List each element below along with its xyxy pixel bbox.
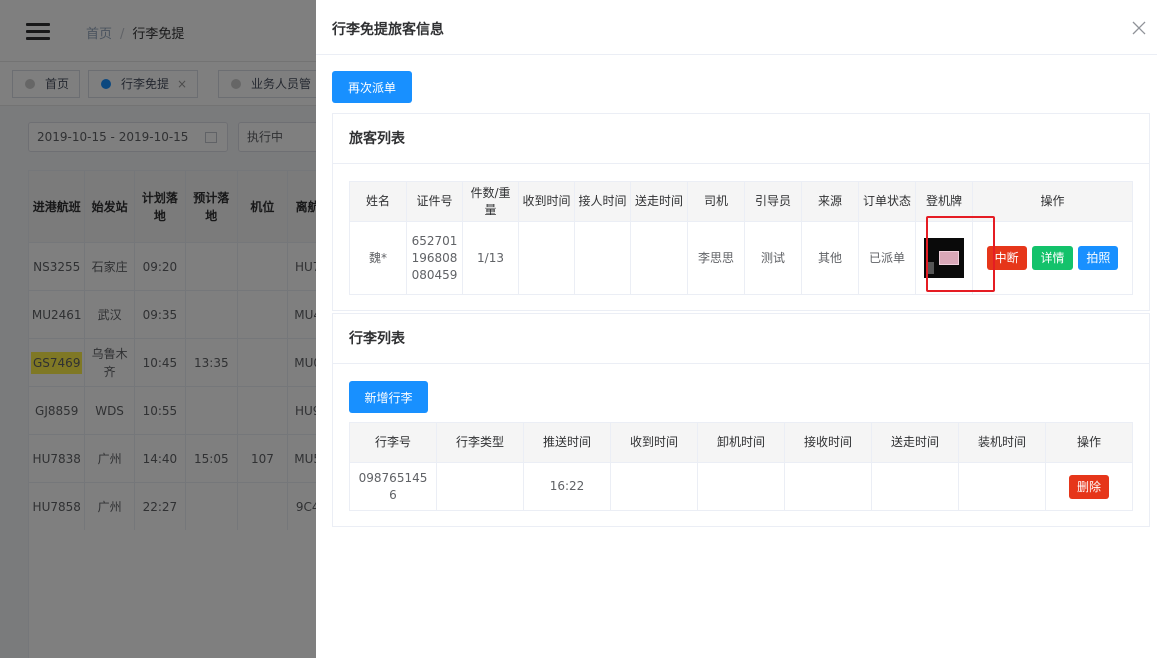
passenger-id-no: 652701196808080459: [406, 221, 463, 295]
boarding-pass-thumbnail[interactable]: [924, 238, 964, 278]
table-header: 行李类型: [436, 422, 524, 463]
passenger-source: 其他: [801, 221, 859, 295]
baggage-sent-time: [871, 462, 959, 511]
drawer-title: 行李免提旅客信息: [332, 22, 444, 38]
passenger-list-card: 旅客列表 姓名 证件号 件数/重量 收到时间 接人时间 送走时间 司机 引导员 …: [332, 113, 1150, 311]
boarding-pass-cell: [915, 221, 973, 295]
table-header: 接收时间: [784, 422, 872, 463]
actions-cell: 删除: [1045, 462, 1133, 511]
baggage-push-time: 16:22: [523, 462, 611, 511]
passenger-name: 魏*: [349, 221, 407, 295]
table-row: 魏* 652701196808080459 1/13 李思思 测试 其他 已派单…: [349, 221, 1133, 295]
table-header: 件数/重量: [462, 181, 519, 222]
delete-button[interactable]: 删除: [1068, 474, 1109, 499]
passenger-driver: 李思思: [687, 221, 745, 295]
passenger-guide: 测试: [744, 221, 802, 295]
passenger-pickup-time: [574, 221, 631, 295]
table-header: 司机: [687, 181, 745, 222]
table-header: 操作: [972, 181, 1133, 222]
add-baggage-button[interactable]: 新增行李: [349, 381, 428, 413]
baggage-unload-time: [697, 462, 785, 511]
baggage-list-card: 行李列表 新增行李 行李号 行李类型 推送时间 收到时间 卸机时间 接收时间 送…: [332, 313, 1150, 527]
photo-button[interactable]: 拍照: [1078, 246, 1119, 270]
passenger-count-weight: 1/13: [462, 221, 519, 295]
baggage-tag-no: 0987651456: [349, 462, 437, 511]
baggage-list-title: 行李列表: [333, 314, 1149, 364]
table-header: 收到时间: [610, 422, 698, 463]
detail-button[interactable]: 详情: [1032, 246, 1073, 270]
passenger-sent-time: [630, 221, 688, 295]
passenger-received-time: [518, 221, 575, 295]
table-row: 0987651456 16:22 删除: [349, 462, 1133, 511]
table-header: 接人时间: [574, 181, 631, 222]
table-header: 行李号: [349, 422, 437, 463]
close-icon[interactable]: [1131, 20, 1147, 36]
table-header: 推送时间: [523, 422, 611, 463]
passenger-table: 姓名 证件号 件数/重量 收到时间 接人时间 送走时间 司机 引导员 来源 订单…: [349, 181, 1133, 295]
baggage-received-time: [610, 462, 698, 511]
baggage-load-time: [958, 462, 1046, 511]
table-header: 来源: [801, 181, 859, 222]
table-header: 操作: [1045, 422, 1133, 463]
table-header: 登机牌: [915, 181, 973, 222]
table-header: 卸机时间: [697, 422, 785, 463]
redispatch-button[interactable]: 再次派单: [332, 71, 412, 103]
table-header: 送走时间: [630, 181, 688, 222]
table-header: 送走时间: [871, 422, 959, 463]
table-header: 收到时间: [518, 181, 575, 222]
table-header: 引导员: [744, 181, 802, 222]
passenger-info-drawer: 行李免提旅客信息 再次派单 旅客列表 姓名 证件号 件数/重量 收到时间 接人时…: [316, 0, 1157, 658]
baggage-table: 行李号 行李类型 推送时间 收到时间 卸机时间 接收时间 送走时间 装机时间 操…: [349, 422, 1133, 511]
passenger-status: 已派单: [858, 221, 916, 295]
table-header: 姓名: [349, 181, 407, 222]
baggage-accept-time: [784, 462, 872, 511]
interrupt-button[interactable]: 中断: [986, 246, 1027, 270]
actions-cell: 中断 详情 拍照: [972, 221, 1133, 295]
table-header: 证件号: [406, 181, 463, 222]
baggage-type: [436, 462, 524, 511]
passenger-list-title: 旅客列表: [333, 114, 1149, 164]
table-header: 订单状态: [858, 181, 916, 222]
drawer-header: 行李免提旅客信息: [316, 0, 1157, 55]
table-header: 装机时间: [958, 422, 1046, 463]
